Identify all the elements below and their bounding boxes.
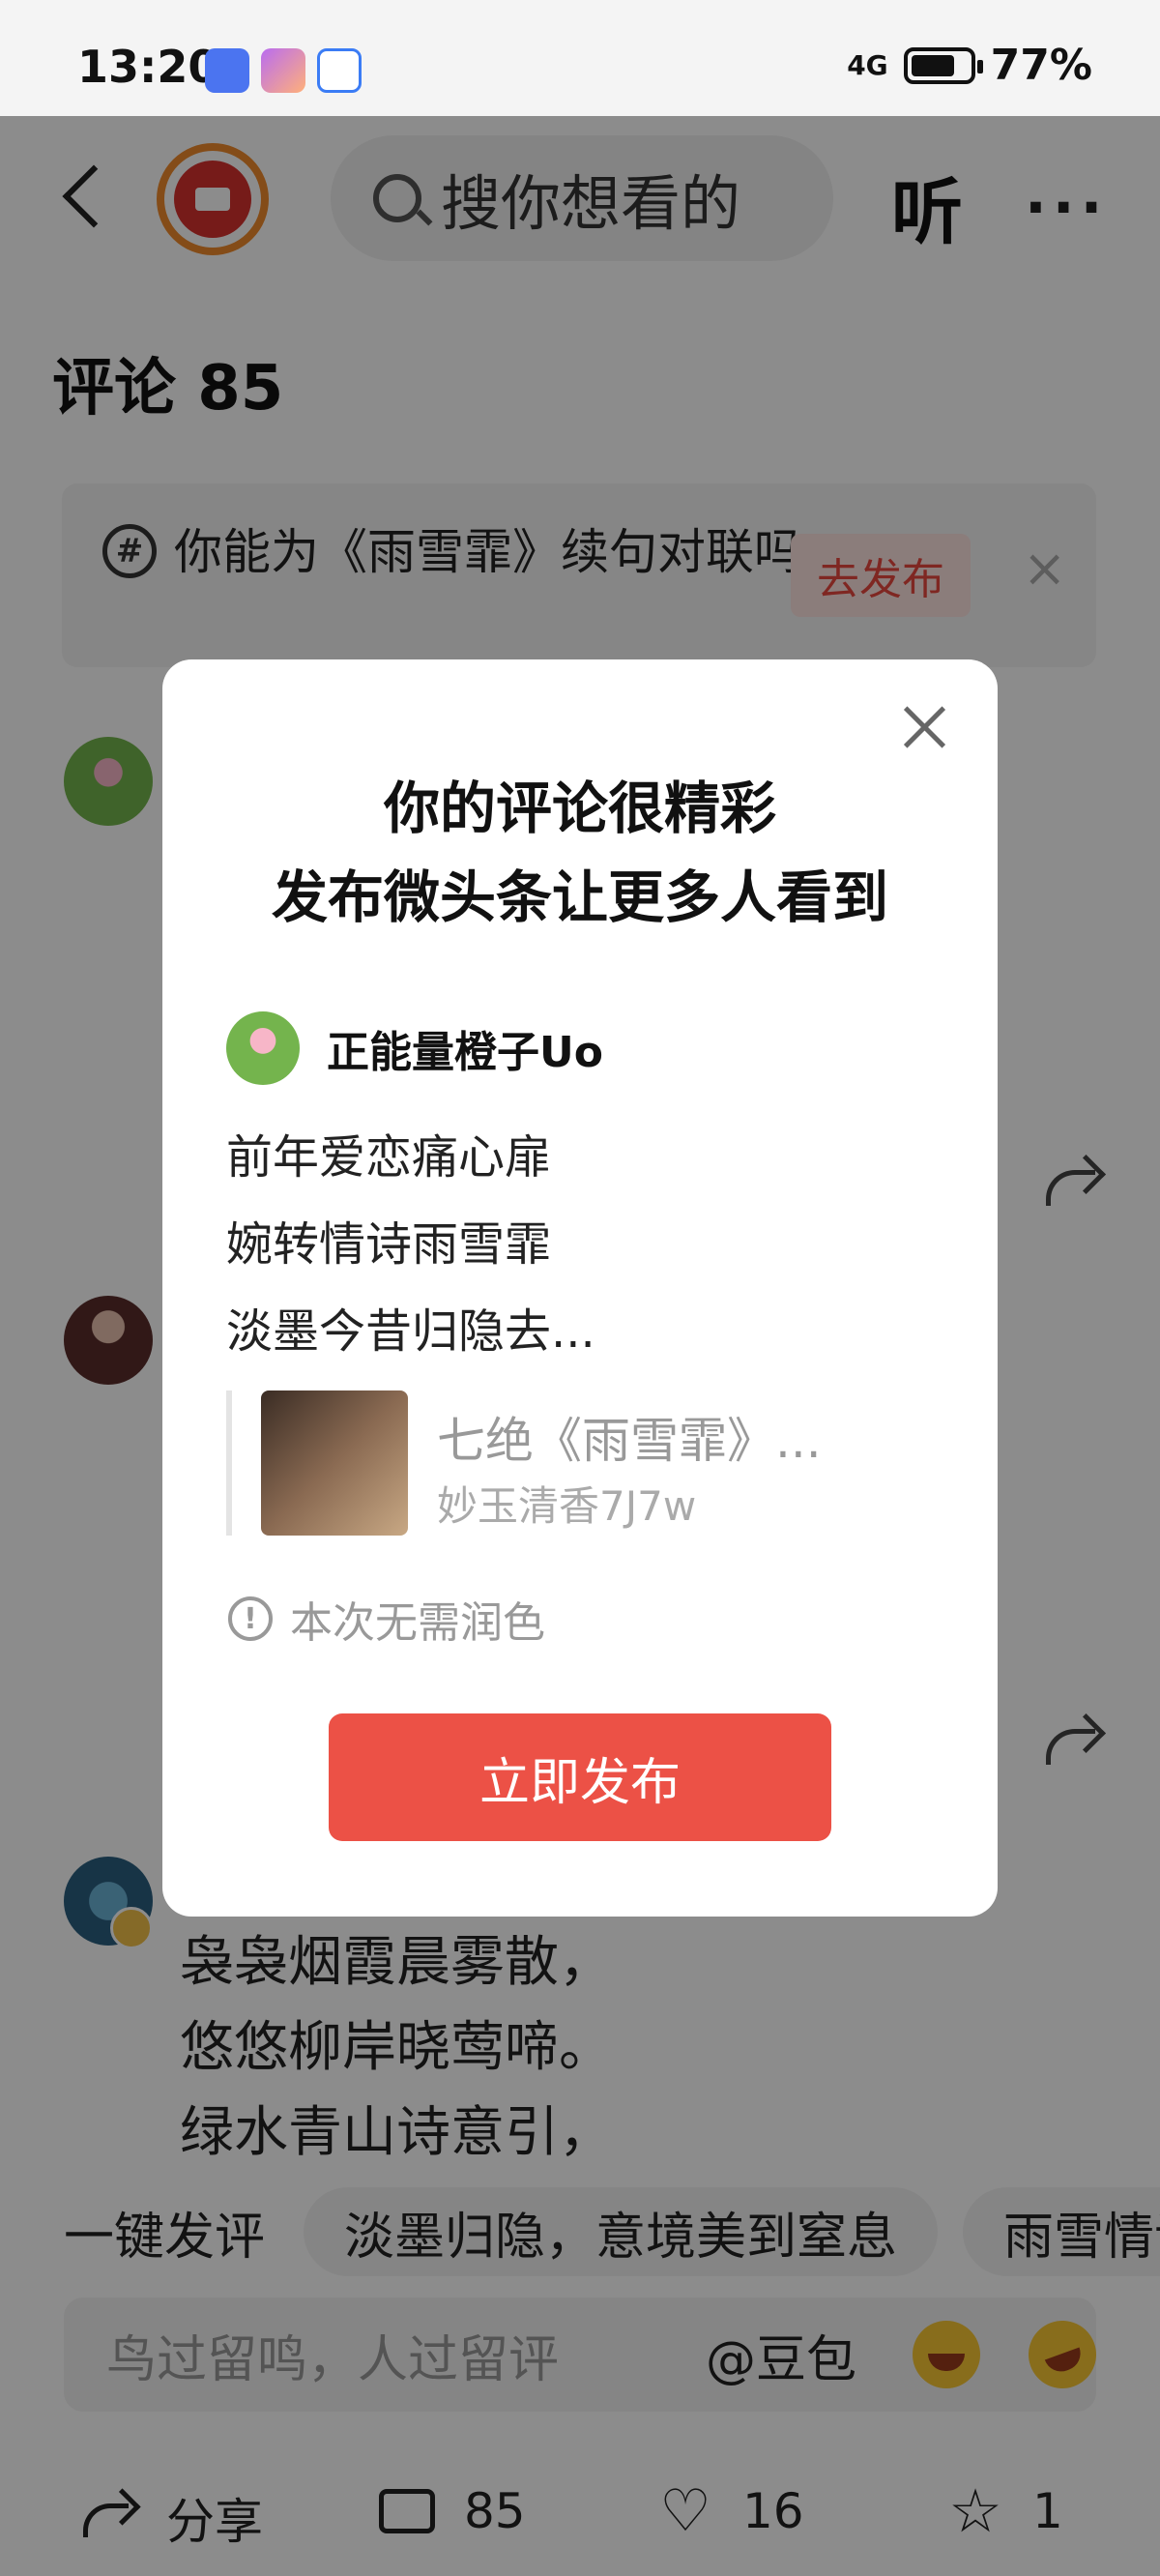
publish-modal: 你的评论很精彩 发布微头条让更多人看到 正能量橙子Uo 前年爱恋痛心扉 婉转情诗… bbox=[162, 659, 998, 1917]
chat-app-icon bbox=[317, 48, 362, 93]
quoted-article-author: 妙玉清香7J7w bbox=[437, 1482, 697, 1530]
post-text: 前年爱恋痛心扉 婉转情诗雨雪霏 淡墨今昔归隐去... bbox=[226, 1114, 595, 1375]
status-bar: 13:20 4G 77% bbox=[0, 0, 1160, 116]
quoted-article-title: 七绝《雨雪霏》... bbox=[437, 1413, 822, 1469]
assistant-app-icon bbox=[261, 48, 305, 93]
signal-icon: 4G bbox=[847, 49, 888, 81]
status-time: 13:20 bbox=[77, 41, 219, 93]
info-icon: ! bbox=[228, 1596, 273, 1641]
close-icon[interactable] bbox=[901, 702, 949, 750]
author-name: 正能量橙子Uo bbox=[327, 1028, 603, 1077]
polish-notice: ! 本次无需润色 bbox=[228, 1588, 545, 1650]
post-line: 淡墨今昔归隐去... bbox=[226, 1304, 595, 1359]
modal-title-line: 你的评论很精彩 bbox=[383, 776, 776, 841]
article-thumbnail bbox=[261, 1390, 408, 1536]
battery-percent: 77% bbox=[990, 41, 1092, 90]
quoted-article[interactable]: 七绝《雨雪霏》... 妙玉清香7J7w bbox=[226, 1390, 903, 1536]
notification-icons bbox=[205, 48, 362, 93]
modal-subtitle-line: 发布微头条让更多人看到 bbox=[271, 864, 888, 930]
post-line: 婉转情诗雨雪霏 bbox=[226, 1217, 552, 1272]
battery-icon bbox=[903, 46, 983, 84]
honor-app-icon bbox=[205, 48, 249, 93]
notice-text: 本次无需润色 bbox=[290, 1598, 545, 1648]
status-right: 4G 77% bbox=[847, 41, 1092, 90]
modal-title: 你的评论很精彩 发布微头条让更多人看到 bbox=[162, 764, 998, 942]
avatar bbox=[226, 1011, 300, 1085]
post-author: 正能量橙子Uo bbox=[226, 1011, 603, 1085]
post-line: 前年爱恋痛心扉 bbox=[226, 1130, 552, 1185]
publish-button[interactable]: 立即发布 bbox=[329, 1713, 831, 1841]
